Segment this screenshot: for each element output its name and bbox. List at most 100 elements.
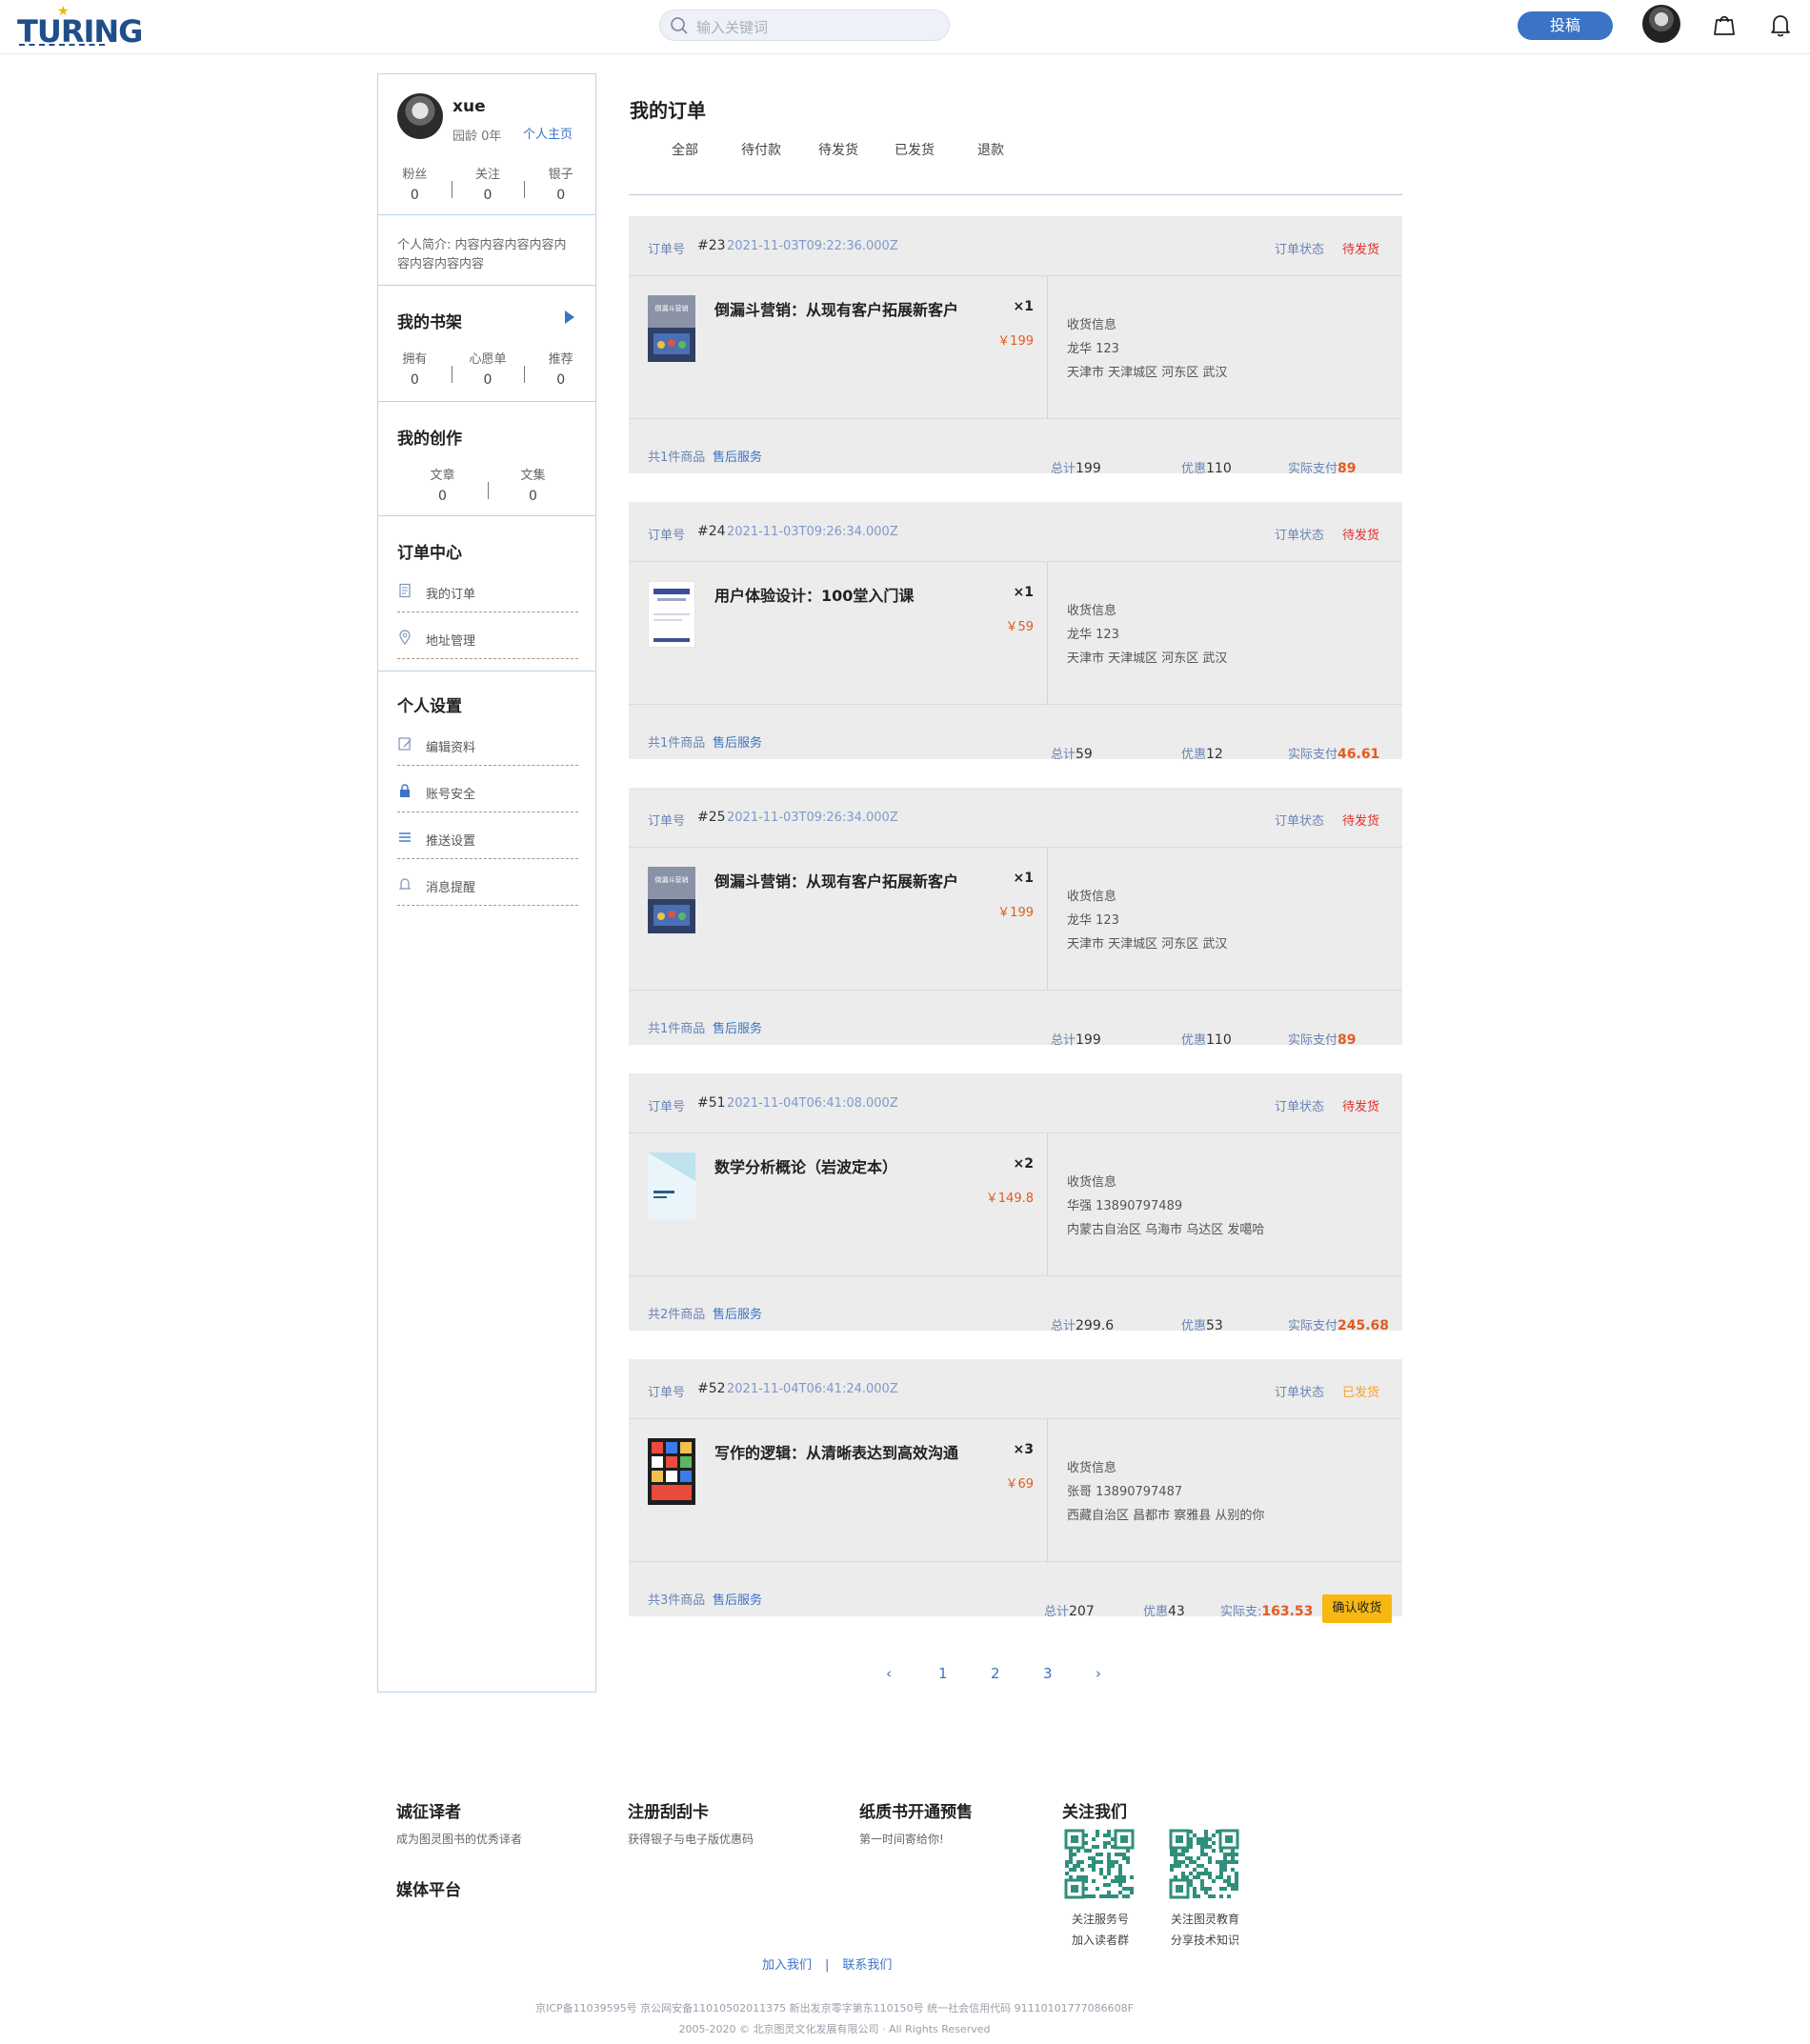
- shipping-receiver: 张哥 13890797487: [1067, 1485, 1183, 1499]
- order-time: 2021-11-04T06:41:24.000Z: [727, 1382, 898, 1396]
- search-input[interactable]: 输入关键词: [659, 10, 950, 41]
- stat-following[interactable]: 关注 0: [451, 164, 525, 203]
- book-cover-image[interactable]: 倒漏斗营销: [648, 867, 695, 933]
- shipping-address: 西藏自治区 昌都市 察雅县 从别的你: [1067, 1509, 1265, 1523]
- tab-unpaid[interactable]: 待付款: [741, 140, 781, 159]
- footer-scratch-title[interactable]: 注册刮刮卡: [628, 1798, 709, 1822]
- profile-home-link[interactable]: 个人主页: [523, 124, 573, 142]
- item-count: 共1件商品: [648, 736, 706, 751]
- menu-edit-profile[interactable]: 编辑资料: [397, 719, 578, 766]
- stat-articles[interactable]: 文章 0: [397, 465, 488, 504]
- order-total: 总计299.6: [1051, 1318, 1115, 1333]
- icp-license: 京ICP备11039595号 京公网安备11010502011375 新出发京零…: [535, 2002, 1134, 2014]
- order-status-label: 订单状态: [1275, 243, 1325, 257]
- tab-shipped[interactable]: 已发货: [895, 140, 935, 159]
- after-sales-link[interactable]: 售后服务: [713, 732, 762, 751]
- shipping-receiver: 龙华 123: [1067, 342, 1119, 356]
- order-header: 订单号 #24 2021-11-03T09:26:34.000Z 订单状态 待发…: [629, 502, 1402, 562]
- prev-page-icon[interactable]: ‹: [886, 1665, 892, 1682]
- creation-stats: 文章 0 文集 0: [397, 465, 578, 504]
- top-navigation-bar: ★ TURING 输入关键词 投稿: [0, 0, 1810, 54]
- shipping-address: 天津市 天津城区 河东区 武汉: [1067, 651, 1228, 666]
- book-cover-image[interactable]: [648, 1152, 695, 1219]
- order-discount: 优惠110: [1181, 1032, 1232, 1048]
- tab-refund[interactable]: 退款: [977, 140, 1004, 159]
- join-us-link[interactable]: 加入我们: [762, 1958, 812, 1973]
- stat-collections[interactable]: 文集 0: [488, 465, 578, 504]
- profile-avatar[interactable]: [397, 93, 443, 139]
- order-footer: 共1件商品 售后服务 总计199 优惠110 实际支付89: [629, 419, 1402, 476]
- after-sales-link[interactable]: 售后服务: [713, 1590, 762, 1608]
- menu-my-orders[interactable]: 我的订单: [397, 566, 578, 612]
- page-3[interactable]: 3: [1043, 1665, 1053, 1682]
- footer-media-title[interactable]: 媒体平台: [396, 1876, 461, 1900]
- stat-fans[interactable]: 粉丝 0: [378, 164, 452, 203]
- book-cover-image[interactable]: 倒漏斗营销: [648, 295, 695, 362]
- book-title[interactable]: 写作的逻辑：从清晰表达到高效沟通: [714, 1440, 958, 1463]
- shipping-label: 收货信息: [1067, 318, 1117, 332]
- book-cover-image[interactable]: [648, 581, 695, 648]
- order-number[interactable]: #52: [697, 1381, 726, 1396]
- confirm-receipt-button[interactable]: 确认收货: [1322, 1594, 1392, 1623]
- book-title[interactable]: 倒漏斗营销：从现有客户拓展新客户: [714, 297, 958, 320]
- order-footer: 共1件商品 售后服务 总计199 优惠110 实际支付89: [629, 991, 1402, 1048]
- book-title[interactable]: 倒漏斗营销：从现有客户拓展新客户: [714, 869, 958, 892]
- stat-silver[interactable]: 银子 0: [524, 164, 597, 203]
- item-count: 共3件商品: [648, 1593, 706, 1608]
- contact-us-link[interactable]: 联系我们: [842, 1958, 892, 1973]
- bell-icon[interactable]: [1768, 12, 1793, 37]
- footer-presale-title[interactable]: 纸质书开通预售: [859, 1798, 973, 1822]
- order-number[interactable]: #51: [697, 1095, 726, 1111]
- tab-all[interactable]: 全部: [672, 140, 698, 159]
- footer-links: 加入我们 | 联系我们: [762, 1958, 893, 1973]
- after-sales-link[interactable]: 售后服务: [713, 1018, 762, 1036]
- menu-account-security[interactable]: 账号安全: [397, 766, 578, 812]
- turing-logo[interactable]: ★ TURING: [17, 4, 143, 50]
- after-sales-link[interactable]: 售后服务: [713, 1304, 762, 1322]
- page-1[interactable]: 1: [938, 1665, 948, 1682]
- menu-notifications[interactable]: 消息提醒: [397, 859, 578, 906]
- user-avatar[interactable]: [1642, 5, 1680, 43]
- page-2[interactable]: 2: [991, 1665, 1000, 1682]
- menu-push-settings[interactable]: 推送设置: [397, 812, 578, 859]
- order-body: 倒漏斗营销 倒漏斗营销：从现有客户拓展新客户 ×1 ￥199 收货信息 龙华 1…: [629, 276, 1402, 419]
- order-discount: 优惠12: [1181, 747, 1223, 762]
- stat-owned[interactable]: 拥有 0: [378, 349, 452, 388]
- body-divider: [1047, 1419, 1048, 1562]
- menu-address[interactable]: 地址管理: [397, 612, 578, 659]
- stat-recommend[interactable]: 推荐 0: [524, 349, 597, 388]
- footer-follow-title: 关注我们: [1062, 1803, 1127, 1822]
- next-page-icon[interactable]: ›: [1096, 1665, 1101, 1682]
- stat-wishlist[interactable]: 心愿单 0: [451, 349, 525, 388]
- after-sales-link[interactable]: 售后服务: [713, 447, 762, 465]
- bookshelf-title[interactable]: 我的书架: [397, 309, 462, 332]
- book-title[interactable]: 数学分析概论（岩波定本）: [714, 1154, 897, 1177]
- profile-age: 园龄 0年: [452, 130, 502, 144]
- order-body: 倒漏斗营销 倒漏斗营销：从现有客户拓展新客户 ×1 ￥199 收货信息 龙华 1…: [629, 848, 1402, 991]
- profile-card: xue 园龄 0年 个人主页 粉丝 0 关注 0 银子 0: [378, 74, 595, 215]
- order-number[interactable]: #25: [697, 810, 726, 825]
- shopping-bag-icon[interactable]: [1712, 12, 1737, 37]
- book-title[interactable]: 用户体验设计：100堂入门课: [714, 583, 914, 606]
- footer-translator-title[interactable]: 诚征译者: [396, 1798, 461, 1822]
- book-cover-image[interactable]: [648, 1438, 695, 1505]
- order-card: 订单号 #24 2021-11-03T09:26:34.000Z 订单状态 待发…: [629, 502, 1402, 762]
- order-number[interactable]: #24: [697, 524, 726, 539]
- order-time: 2021-11-03T09:26:34.000Z: [727, 525, 898, 539]
- svg-text:倒漏斗营销: 倒漏斗营销: [655, 875, 689, 884]
- copyright: 2005-2020 © 北京图灵文化发展有限公司 · All Rights Re…: [678, 2023, 991, 2035]
- order-number[interactable]: #23: [697, 238, 726, 253]
- bookshelf-arrow-icon[interactable]: [565, 311, 574, 324]
- tab-unshipped[interactable]: 待发货: [818, 140, 858, 159]
- settings-section: 个人设置 编辑资料 账号安全 推送设置 消息提醒: [378, 671, 595, 1167]
- book-price: ￥69: [1005, 1477, 1034, 1492]
- book-quantity: ×1: [1013, 871, 1034, 886]
- creation-section: 我的创作 文章 0 文集 0: [378, 402, 595, 516]
- shipping-address: 内蒙古自治区 乌海市 乌达区 发噶哈: [1067, 1223, 1265, 1237]
- post-button[interactable]: 投稿: [1518, 11, 1613, 40]
- profile-sidebar: xue 园龄 0年 个人主页 粉丝 0 关注 0 银子 0 个人简介: 内容内容内容内…: [377, 73, 596, 1693]
- order-number-label: 订单号: [648, 529, 686, 543]
- pagination: ‹ 1 2 3 ›: [886, 1665, 1134, 1688]
- shipping-address: 天津市 天津城区 河东区 武汉: [1067, 366, 1228, 380]
- settings-title: 个人设置: [397, 697, 462, 716]
